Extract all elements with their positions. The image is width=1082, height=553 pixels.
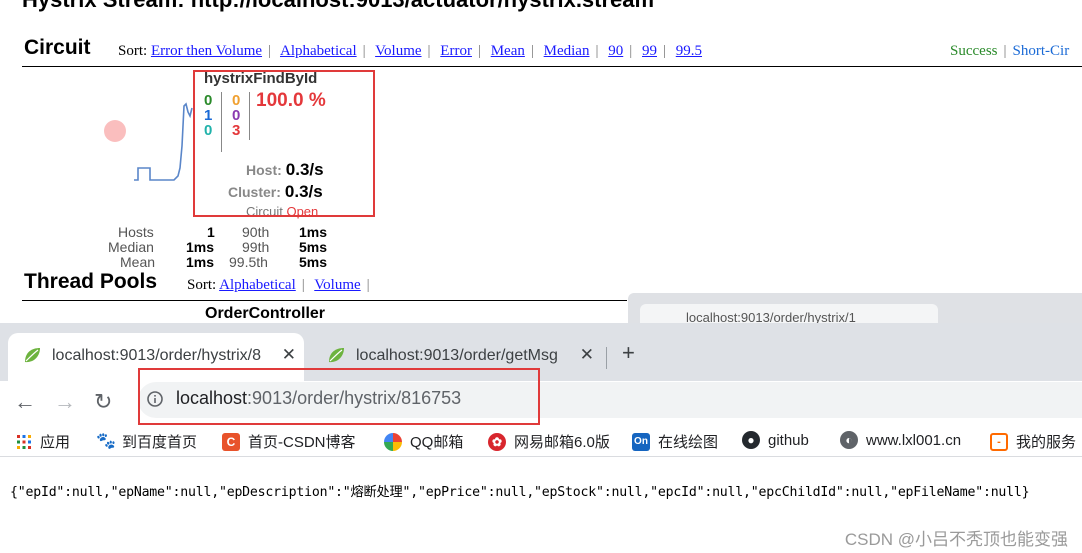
tab-close-icon[interactable]: ✕	[282, 345, 296, 365]
threadpool-divider	[22, 300, 627, 301]
hosts-value: 1	[207, 224, 215, 240]
bookmark-label: 网易邮箱6.0版	[514, 434, 610, 451]
status-legend: Success | Short-Cir	[950, 43, 1070, 59]
p995-value: 5ms	[299, 254, 328, 270]
median-value: 1ms	[186, 239, 215, 255]
netease-mail-icon: ✿	[488, 432, 506, 451]
bookmark-csdn[interactable]: C 首页-CSDN博客	[222, 431, 356, 452]
circuit-sparkline	[104, 102, 193, 181]
bookmark-label: 我的服务	[1016, 434, 1077, 451]
sort-volume-link[interactable]: Volume	[375, 43, 421, 59]
bookmark-label: www.lxl001.cn	[866, 431, 962, 449]
circuit-divider	[22, 66, 1082, 67]
annotation-box-circuit	[193, 70, 375, 217]
bookmark-label: 应用	[40, 434, 71, 451]
thread-pools-heading: Thread Pools	[24, 270, 158, 293]
tab-title: localhost:9013/order/hystrix/8	[52, 347, 261, 364]
bookmarks-bar: 应用 🐾 到百度首页 C 首页-CSDN博客 QQ邮箱 ✿ 网易邮箱6.0版 O…	[0, 427, 1082, 457]
sort-label: Sort:	[118, 43, 148, 59]
tab-divider	[606, 347, 607, 369]
qq-mail-icon	[384, 432, 402, 451]
json-response-text: {"epId":null,"epName":null,"epDescriptio…	[10, 485, 1030, 500]
tp-sort-alphabetical-link[interactable]: Alphabetical	[219, 277, 296, 293]
mean-label: Mean	[120, 254, 156, 270]
bookmark-label: 在线绘图	[658, 434, 719, 451]
spring-leaf-icon	[25, 348, 40, 363]
github-icon: ●	[742, 431, 760, 449]
bookmark-qqmail[interactable]: QQ邮箱	[384, 431, 463, 452]
browser-toolbar: ← → ↻ localhost:9013/order/hystrix/81675…	[0, 368, 1082, 427]
median-label: Median	[108, 239, 154, 255]
sort-mean-link[interactable]: Mean	[491, 43, 525, 59]
sort-error-then-volume-link[interactable]: Error then Volume	[151, 43, 262, 59]
forward-arrow-icon[interactable]: →	[54, 389, 76, 415]
bookmark-my-services[interactable]: - 我的服务	[990, 431, 1076, 452]
page-content: {"epId":null,"epName":null,"epDescriptio…	[0, 457, 1082, 553]
bookmark-drawio[interactable]: On 在线绘图	[632, 431, 718, 452]
sort-error-link[interactable]: Error	[440, 43, 472, 59]
spring-leaf-icon	[329, 348, 344, 363]
bookmark-apps[interactable]: 应用	[16, 431, 70, 452]
baidu-paw-icon: 🐾	[96, 432, 116, 450]
circuit-sort-bar: Sort: Error then Volume | Alphabetical | V…	[118, 43, 703, 59]
hosts-label: Hosts	[118, 224, 154, 240]
threadpool-name: OrderController	[205, 305, 326, 322]
p995-label: 99.5th	[229, 254, 268, 270]
aliyun-icon: -	[990, 432, 1008, 451]
p99-label: 99th	[242, 239, 270, 255]
tp-sort-label: Sort:	[187, 277, 217, 293]
sort-90-link[interactable]: 90	[608, 43, 623, 59]
tp-sort-volume-link[interactable]: Volume	[314, 277, 360, 293]
p90-value: 1ms	[299, 224, 328, 240]
annotation-box-url	[138, 368, 540, 425]
back-arrow-icon[interactable]: ←	[14, 389, 36, 415]
circuit-heading: Circuit	[24, 36, 91, 59]
health-circle	[104, 120, 126, 142]
sort-median-link[interactable]: Median	[544, 43, 590, 59]
sort-alphabetical-link[interactable]: Alphabetical	[280, 43, 357, 59]
p90-label: 90th	[242, 224, 270, 240]
csdn-watermark: CSDN @小吕不秃顶也能变强	[844, 530, 1068, 549]
legend-success: Success	[950, 43, 998, 59]
reload-icon[interactable]: ↻	[94, 389, 112, 415]
sort-99-link[interactable]: 99	[642, 43, 657, 59]
rate-line	[134, 102, 193, 181]
bookmark-github[interactable]: ● github	[742, 431, 809, 449]
bookmark-label: 到百度首页	[122, 434, 198, 451]
bookmark-baidu[interactable]: 🐾 到百度首页	[96, 431, 197, 452]
threadpool-sort-bar: Sort: Alphabetical | Volume |	[187, 277, 370, 293]
mean-value: 1ms	[186, 254, 215, 270]
bookmark-label: QQ邮箱	[410, 434, 464, 451]
sort-99-5-link[interactable]: 99.5	[676, 43, 702, 59]
bookmark-label: github	[768, 431, 809, 449]
p99-value: 5ms	[299, 239, 328, 255]
dashboard-title: Hystrix Stream: http://localhost:9013/ac…	[22, 0, 654, 13]
bookmark-netease[interactable]: ✿ 网易邮箱6.0版	[488, 431, 610, 452]
legend-short-circuited: Short-Cir	[1012, 43, 1070, 59]
tab-close-icon[interactable]: ✕	[580, 345, 594, 365]
csdn-icon: C	[222, 432, 240, 451]
drawio-icon: On	[632, 432, 650, 451]
bookmark-lxl001[interactable]: ◐ www.lxl001.cn	[840, 431, 961, 449]
apps-grid-icon	[16, 434, 32, 450]
new-tab-button[interactable]: +	[622, 340, 635, 366]
tab-title: localhost:9013/order/getMsg	[356, 347, 558, 364]
bookmark-label: 首页-CSDN博客	[248, 434, 356, 451]
browser-window: localhost:9013/order/hystrix/8 ✕ localho…	[0, 323, 1082, 553]
globe-icon: ◐	[840, 431, 858, 449]
